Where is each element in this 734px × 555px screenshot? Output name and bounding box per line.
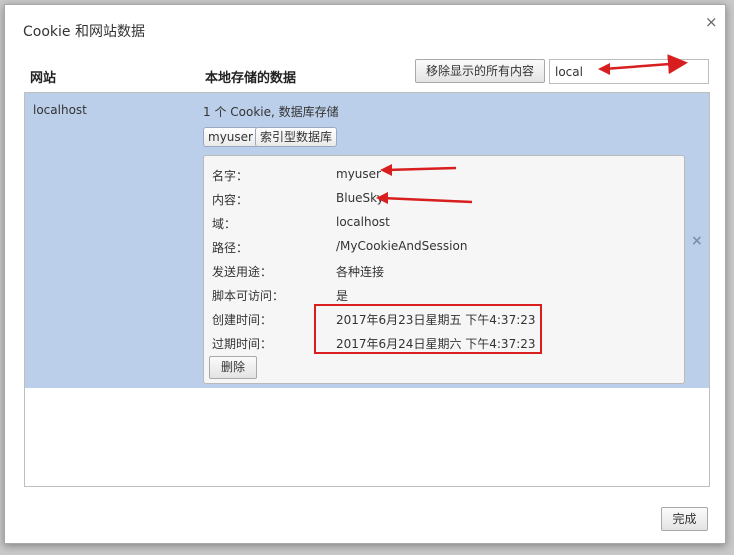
dialog-close-icon[interactable]: ×: [705, 14, 718, 30]
dialog-title: Cookie 和网站数据: [23, 24, 145, 40]
detail-value: myuser: [336, 167, 381, 181]
detail-label: 过期时间：: [212, 337, 273, 351]
site-data-summary: 1 个 Cookie, 数据库存储: [203, 105, 339, 119]
detail-value: localhost: [336, 215, 390, 229]
detail-value: 2017年6月24日星期六 下午4:37:23: [336, 337, 536, 351]
detail-value: /MyCookieAndSession: [336, 239, 468, 253]
detail-label: 域：: [212, 217, 237, 231]
cookie-chip-myuser[interactable]: myuser: [203, 127, 258, 147]
site-row-localhost[interactable]: localhost 1 个 Cookie, 数据库存储 myuser 索引型数据…: [25, 93, 709, 388]
cookie-detail-panel: 名字： myuser 内容： BlueSky 域： localhost 路径： …: [203, 155, 685, 384]
detail-value: 各种连接: [336, 265, 385, 279]
detail-label: 路径：: [212, 241, 249, 255]
site-list: localhost 1 个 Cookie, 数据库存储 myuser 索引型数据…: [24, 92, 710, 487]
detail-value: 是: [336, 289, 349, 303]
data-column-header: 本地存储的数据: [205, 71, 297, 86]
cookie-dialog: Cookie 和网站数据 × 网站 本地存储的数据 移除显示的所有内容 loca…: [4, 4, 726, 544]
site-name: localhost: [33, 103, 87, 117]
remove-all-button[interactable]: 移除显示的所有内容: [415, 59, 545, 83]
remove-site-icon[interactable]: ×: [691, 233, 703, 249]
detail-label: 名字：: [212, 169, 249, 183]
detail-label: 脚本可访问：: [212, 289, 285, 303]
detail-value: BlueSky: [336, 191, 384, 205]
detail-label: 发送用途：: [212, 265, 273, 279]
search-input[interactable]: [549, 59, 709, 84]
delete-cookie-button[interactable]: 删除: [209, 356, 257, 379]
indexeddb-chip[interactable]: 索引型数据库: [255, 127, 338, 147]
site-column-header: 网站: [30, 71, 57, 86]
detail-label: 内容：: [212, 193, 249, 207]
detail-label: 创建时间：: [212, 313, 273, 327]
detail-value: 2017年6月23日星期五 下午4:37:23: [336, 313, 536, 327]
done-button[interactable]: 完成: [661, 507, 708, 531]
